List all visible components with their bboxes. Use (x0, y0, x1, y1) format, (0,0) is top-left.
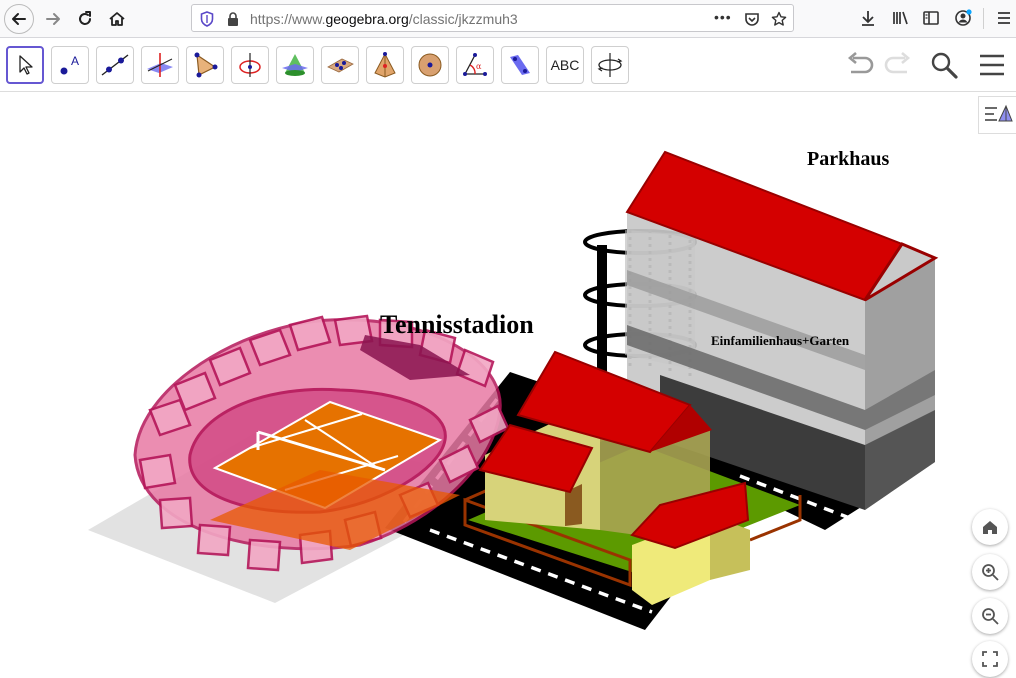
url-text: https://www.geogebra.org/classic/jkzzmuh… (250, 11, 518, 27)
pyramid-tool[interactable] (366, 46, 404, 84)
toolbar-divider (983, 8, 984, 29)
perpendicular-plane-icon (147, 53, 173, 77)
home-view-button[interactable] (972, 509, 1008, 545)
search-icon (931, 52, 958, 79)
home-view-icon (983, 521, 997, 534)
back-button[interactable] (4, 4, 34, 34)
polygon-tool[interactable] (186, 46, 224, 84)
arrow-left-icon (12, 13, 26, 25)
browser-bar: https://www.geogebra.org/classic/jkzzmuh… (0, 0, 1016, 38)
lock-icon[interactable] (224, 10, 242, 28)
tracking-shield-icon[interactable] (198, 10, 216, 28)
view-panel-icon (984, 104, 1013, 122)
sphere-icon (418, 53, 442, 77)
hamburger-menu-icon (980, 54, 1004, 76)
library-icon[interactable] (890, 8, 910, 28)
arrow-right-icon (46, 13, 60, 25)
zoom-in-icon (982, 564, 999, 581)
rotate-view-tool[interactable] (591, 46, 629, 84)
plane-points-icon (327, 58, 354, 73)
label-parkhaus[interactable]: Parkhaus (807, 148, 889, 171)
downloads-icon[interactable] (858, 8, 878, 28)
reflect-plane-tool[interactable] (501, 46, 539, 84)
url-bar[interactable]: https://www.geogebra.org/classic/jkzzmuh… (191, 4, 794, 32)
forward-button[interactable] (38, 4, 68, 34)
point-icon: A (60, 54, 79, 75)
intersect-surfaces-icon (282, 54, 308, 76)
sphere-tool[interactable] (411, 46, 449, 84)
intersect-surfaces-tool[interactable] (276, 46, 314, 84)
circle-axis-icon (239, 53, 261, 77)
reflect-plane-icon (510, 55, 530, 75)
undo-button[interactable] (843, 50, 877, 80)
cursor-arrow-icon (19, 55, 33, 75)
label-einfamilienhaus[interactable]: Einfamilienhaus+Garten (711, 333, 849, 349)
text-tool[interactable]: ABC (546, 46, 584, 84)
sidebar-icon[interactable] (921, 8, 941, 28)
search-button[interactable] (927, 50, 961, 80)
perpendicular-tool[interactable] (141, 46, 179, 84)
reload-button[interactable] (70, 4, 100, 34)
algebra-view-toggle[interactable] (978, 96, 1016, 134)
redo-button[interactable] (881, 50, 915, 80)
home-icon (109, 12, 125, 26)
label-tennisstadion[interactable]: Tennisstadion (380, 310, 534, 340)
polygon-icon (194, 52, 218, 78)
zoom-in-button[interactable] (972, 554, 1008, 590)
scene-3d (88, 150, 939, 630)
fullscreen-button[interactable] (972, 641, 1008, 677)
angle-tool[interactable]: α (456, 46, 494, 84)
fullscreen-icon (982, 651, 998, 667)
graphics-3d-view[interactable]: Tennisstadion Parkhaus Einfamilienhaus+G… (0, 92, 1016, 678)
browser-menu-icon[interactable] (994, 8, 1014, 28)
plane-three-points-tool[interactable] (321, 46, 359, 84)
zoom-out-button[interactable] (972, 598, 1008, 634)
point-tool[interactable]: A (51, 46, 89, 84)
line-icon (101, 54, 129, 76)
undo-icon (847, 52, 874, 74)
reload-icon (79, 11, 91, 25)
circle-axis-tool[interactable] (231, 46, 269, 84)
home-button[interactable] (102, 4, 132, 34)
bookmark-star-icon[interactable] (770, 10, 788, 28)
main-menu-button[interactable] (975, 50, 1009, 80)
svg-text:A: A (71, 54, 79, 68)
pocket-icon[interactable] (743, 10, 761, 28)
page-actions-button[interactable]: ••• (714, 9, 732, 25)
rotate-view-icon (597, 53, 623, 77)
pyramid-icon (374, 52, 396, 78)
move-tool[interactable] (6, 46, 44, 84)
account-icon[interactable] (953, 8, 973, 28)
angle-icon: α (463, 53, 487, 76)
zoom-out-icon (982, 608, 999, 625)
redo-icon (884, 52, 911, 74)
text-icon: ABC (550, 57, 580, 73)
line-tool[interactable] (96, 46, 134, 84)
geogebra-toolbar: A α ABC (0, 38, 1016, 92)
svg-text:α: α (476, 62, 482, 71)
